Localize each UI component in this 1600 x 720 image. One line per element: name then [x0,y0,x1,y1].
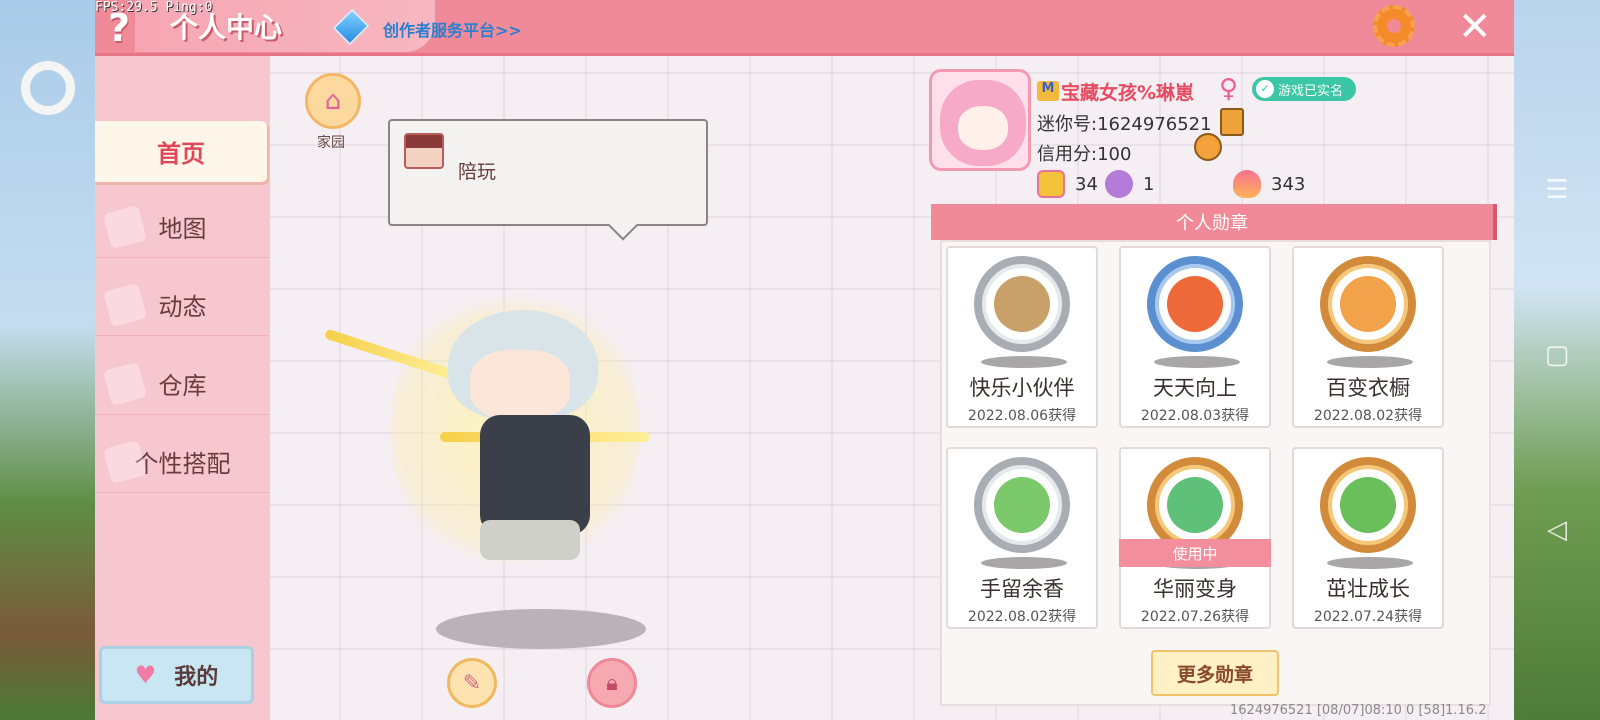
creator-platform-link[interactable]: 创作者服务平台>> [383,17,522,41]
in-use-tag: 使用中 [1119,539,1271,567]
stat-value: 343 [1271,173,1306,195]
medal-shadow [981,356,1067,368]
badge-date: 2022.08.02获得 [967,609,1077,625]
badge-name: 百变衣橱 [1326,376,1410,400]
map-icon [102,204,148,249]
sidebar-item-feed[interactable]: 动态 [95,274,270,336]
stat-value: 1 [1143,173,1155,195]
page-title: 个人中心 [170,11,283,44]
speech-bubble: 陪玩 [388,119,708,226]
footer-info: 1624976521 [08/07]08:10 0 [58]1.16.2 [1230,703,1487,718]
friend-icon[interactable] [1194,133,1222,161]
trophy-icon [1105,170,1133,198]
bell-icon [102,282,148,327]
mini-id: 迷你号:1624976521 [1037,114,1212,135]
bubble-text: 陪玩 [458,161,497,183]
stat-fire: 343 [1233,170,1305,198]
female-icon: ♀ [1219,74,1239,104]
badge-card[interactable]: 快乐小伙伴 2022.08.06获得 [946,246,1098,428]
sidebar: 首页 地图 动态 仓库 个性搭配 [95,56,270,720]
sidebar-item-label: 个性搭配 [134,450,231,478]
plus-heart-icon [1037,170,1065,198]
sidebar-item-storage[interactable]: 仓库 [95,353,270,415]
fire-icon [1233,170,1261,198]
avatar-face [958,106,1008,150]
badge-date: 2022.07.24获得 [1313,609,1423,625]
menu-icon[interactable]: ☰ [1527,160,1587,220]
copy-icon[interactable] [1220,108,1244,136]
recents-icon[interactable]: ▢ [1527,325,1587,385]
player-character[interactable] [323,220,750,610]
badge-card[interactable]: 天天向上 2022.08.03获得 [1119,246,1271,428]
heart-icon: ♥ [134,661,157,689]
vip-icon: M [1037,81,1059,101]
my-button-label: 我的 [174,665,219,690]
nickname: 宝藏女孩%琳崽 [1061,82,1195,104]
sidebar-item-home[interactable]: 首页 [95,121,267,183]
badge-name: 快乐小伙伴 [969,376,1075,400]
badge-name: 天天向上 [1153,376,1237,400]
credit-score: 信用分:100 [1037,144,1132,165]
medal-icon [1320,457,1416,553]
character-legs [480,520,580,560]
back-icon[interactable]: ◁ [1527,500,1587,560]
badge-name: 手留余香 [980,577,1064,601]
sidebar-item-map[interactable]: 地图 [95,196,270,258]
stat-likes: 34 [1037,170,1098,198]
top-bar [95,0,1514,56]
character-body [480,415,590,535]
medal-shadow [1327,557,1413,569]
android-navbar: ☰ ▢ ◁ [1514,0,1600,720]
more-badges-button[interactable]: 更多勋章 [1151,650,1279,696]
badge-date: 2022.08.03获得 [1140,408,1250,424]
badges-header: 个人勋章 [931,204,1497,240]
badge-date: 2022.08.06获得 [967,408,1077,424]
medal-icon [1147,256,1243,352]
badge-card[interactable]: 使用中 华丽变身 2022.07.26获得 [1119,447,1271,629]
medal-icon [974,256,1070,352]
medal-icon [974,457,1070,553]
badge-name: 华丽变身 [1153,577,1237,601]
character-face [470,350,570,420]
character-shadow [436,609,646,649]
badge-card[interactable]: 茁壮成长 2022.07.24获得 [1292,447,1444,629]
sidebar-item-outfit[interactable]: 个性搭配 [95,431,270,493]
verified-icon: ✓ [1256,80,1274,98]
screen-record-button[interactable] [21,61,75,115]
home-label: 家园 [317,135,345,151]
stat-popularity: 1 [1105,170,1154,198]
verified-label: 游戏已实名 [1278,83,1344,99]
avatar[interactable] [929,69,1031,171]
stat-value: 34 [1075,173,1098,195]
medal-icon [1320,256,1416,352]
badges-panel: 快乐小伙伴 2022.08.06获得 天天向上 2022.08.03获得 百变衣… [940,240,1491,706]
companion-avatar [404,133,444,169]
badge-card[interactable]: 百变衣橱 2022.08.02获得 [1292,246,1444,428]
gear-icon[interactable] [1373,5,1415,47]
house-icon[interactable]: ⌂ [305,73,361,129]
badge-card[interactable]: 手留余香 2022.08.02获得 [946,447,1098,629]
lock-icon[interactable]: 🔒︎ [587,658,637,708]
medal-shadow [1327,356,1413,368]
medal-shadow [981,557,1067,569]
badge-date: 2022.07.26获得 [1140,609,1250,625]
warehouse-icon [102,361,148,406]
close-icon[interactable]: ✕ [1458,4,1492,50]
medal-shadow [1154,356,1240,368]
my-button[interactable]: ♥ 我的 [99,646,254,704]
sidebar-item-label: 地图 [158,215,207,243]
pencil-icon[interactable]: ✎ [447,658,497,708]
sidebar-item-label: 首页 [157,140,205,168]
badge-date: 2022.08.02获得 [1313,408,1423,424]
sidebar-item-label: 仓库 [158,372,207,400]
sidebar-item-label: 动态 [158,293,207,321]
badge-name: 茁壮成长 [1326,577,1410,601]
verified-badge: ✓ 游戏已实名 [1252,77,1356,101]
